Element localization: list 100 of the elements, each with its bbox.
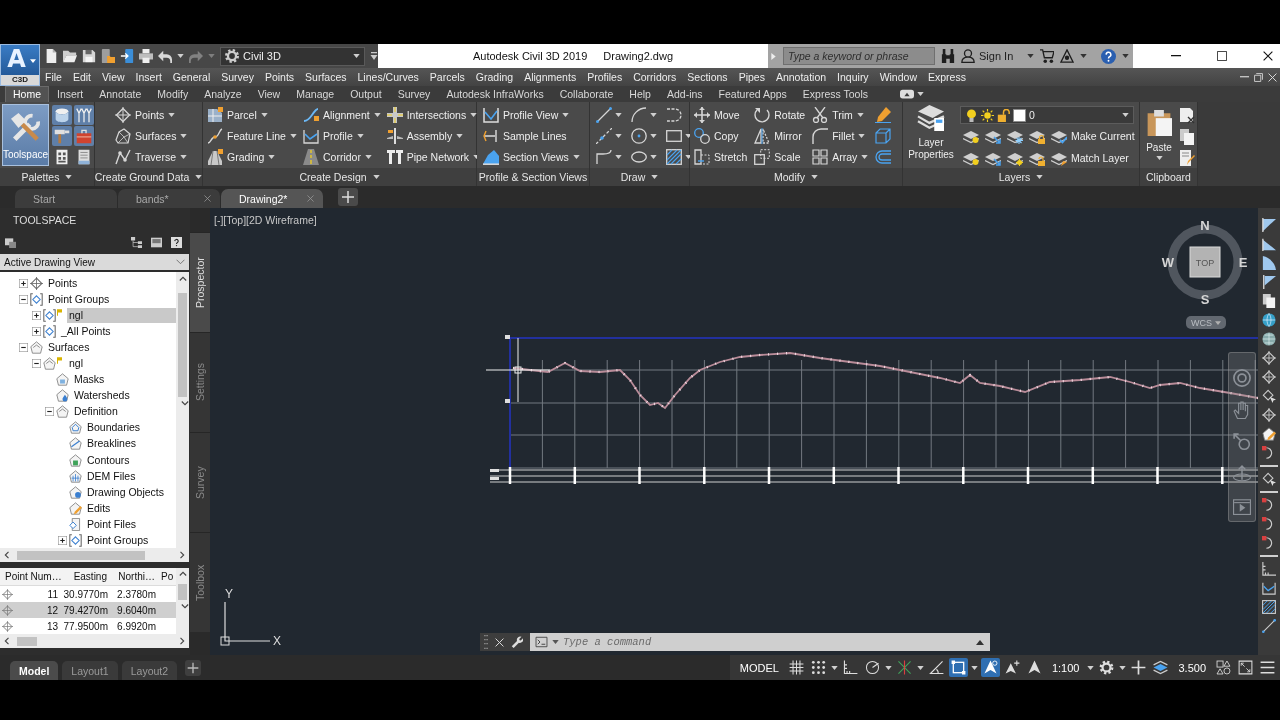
- tree-item[interactable]: _All Points: [59, 323, 113, 339]
- tree-item[interactable]: Masks: [72, 372, 107, 388]
- ribbon-tab[interactable]: Annotate: [91, 86, 150, 102]
- tree-item[interactable]: Definition: [72, 404, 120, 420]
- maximize-icon[interactable]: [1217, 51, 1227, 61]
- plus-box-icon[interactable]: [32, 310, 41, 320]
- minus-box-icon[interactable]: [19, 294, 28, 304]
- tree-item[interactable]: Point Files: [85, 516, 139, 532]
- caret-icon[interactable]: [356, 134, 364, 138]
- ribbon-button[interactable]: Copy: [694, 126, 748, 146]
- ribbon-tab[interactable]: Analyze: [196, 86, 250, 102]
- menu-item[interactable]: Alignments: [524, 71, 577, 83]
- tree-item[interactable]: Watersheds: [72, 388, 132, 404]
- view-dropdown[interactable]: Active Drawing View: [0, 254, 189, 270]
- tablet-folder-icon[interactable]: [101, 49, 115, 63]
- ribbon-tab[interactable]: Output: [342, 86, 390, 102]
- caret-icon[interactable]: [650, 134, 657, 138]
- caret-icon[interactable]: [65, 175, 73, 179]
- ribbon-tab[interactable]: Survey: [389, 86, 439, 102]
- column-header[interactable]: Point Num…: [0, 571, 60, 582]
- orbit-icon[interactable]: [1233, 465, 1251, 483]
- tablet-arrow-icon[interactable]: [120, 49, 134, 63]
- tree-item[interactable]: Contours: [85, 452, 132, 468]
- menu-item[interactable]: Points: [264, 71, 295, 83]
- help-icon[interactable]: [1101, 48, 1116, 64]
- ribbon-tab[interactable]: Express Tools: [794, 86, 877, 102]
- tree-item[interactable]: Point Groups: [46, 291, 112, 307]
- ribbon-tab[interactable]: Add-ins: [658, 86, 711, 102]
- viewcube-face[interactable]: TOP: [1189, 246, 1221, 278]
- layout-tab[interactable]: Model: [10, 661, 59, 680]
- ribbon-tab[interactable]: Modify: [149, 86, 197, 102]
- ribbon-button[interactable]: Profile View: [483, 105, 580, 125]
- status-button[interactable]: MODEL: [734, 657, 784, 678]
- caret-icon[interactable]: [572, 155, 580, 159]
- line-icon[interactable]: [596, 107, 612, 123]
- caret-icon[interactable]: [884, 665, 892, 670]
- scroll-down-icon[interactable]: [181, 604, 189, 609]
- ribbon-button[interactable]: Fillet: [812, 126, 869, 146]
- minimize-icon[interactable]: [1171, 55, 1181, 57]
- caret-icon[interactable]: [180, 134, 188, 138]
- panel-icon[interactable]: [151, 236, 162, 248]
- column-header[interactable]: Po: [158, 571, 175, 582]
- polyline-icon[interactable]: [596, 149, 612, 165]
- ortho-corner-icon[interactable]: [1262, 562, 1276, 576]
- diamond-point-icon[interactable]: [1262, 351, 1276, 365]
- menu-item[interactable]: Parcels: [429, 71, 465, 83]
- caret-icon[interactable]: [650, 113, 657, 117]
- panel-title[interactable]: Modify: [690, 168, 902, 186]
- caret-icon[interactable]: [168, 113, 176, 117]
- scroll-right-icon[interactable]: [180, 637, 185, 645]
- forks-icon[interactable]: [74, 105, 95, 125]
- menu-item[interactable]: Surfaces: [305, 71, 347, 83]
- caret-icon[interactable]: [970, 665, 978, 670]
- panel-title[interactable]: Clipboard: [1140, 168, 1197, 186]
- compass-direction[interactable]: W: [1161, 255, 1175, 270]
- minus-box-icon[interactable]: [32, 359, 41, 368]
- side-tab[interactable]: Survey: [190, 432, 210, 532]
- menu-item[interactable]: Corridors: [633, 71, 677, 83]
- ribbon-tab[interactable]: Collaborate: [551, 86, 622, 102]
- tree-item[interactable]: Boundaries: [85, 420, 143, 436]
- line-icon[interactable]: [1262, 619, 1276, 633]
- ribbon-button[interactable]: Section Views: [483, 147, 580, 167]
- ribbon-button[interactable]: Array: [812, 147, 869, 167]
- undo-arrow-icon[interactable]: [158, 49, 172, 63]
- menu-item[interactable]: Express: [928, 71, 966, 83]
- document-tab[interactable]: Start: [15, 189, 117, 208]
- tree-item[interactable]: Edits: [85, 500, 113, 516]
- close-icon[interactable]: [1263, 51, 1273, 61]
- scroll-up-icon[interactable]: [178, 276, 187, 281]
- diamond-point-icon[interactable]: [1262, 408, 1276, 422]
- caret-icon[interactable]: [916, 665, 924, 670]
- caret-icon[interactable]: [858, 134, 866, 138]
- side-tab[interactable]: Settings: [190, 332, 210, 432]
- prompt-icon[interactable]: [535, 636, 548, 648]
- cube-icon[interactable]: [875, 128, 892, 144]
- viewport-control[interactable]: [-]: [214, 214, 224, 226]
- circle-icon[interactable]: [631, 128, 647, 144]
- caret-icon[interactable]: [373, 113, 381, 117]
- ribbon-button[interactable]: Mirror: [754, 126, 806, 146]
- caret-icon[interactable]: [552, 640, 559, 644]
- scroll-left-icon[interactable]: [4, 637, 9, 645]
- viewport-control[interactable]: [Top]: [223, 214, 247, 226]
- ray-line-icon[interactable]: [596, 128, 612, 144]
- scrollbar-thumb[interactable]: [178, 584, 187, 600]
- window-icon[interactable]: [5, 236, 16, 248]
- hatch-icon[interactable]: [666, 149, 682, 165]
- offset-curves-icon[interactable]: [875, 149, 892, 165]
- tree-view-icon[interactable]: [131, 236, 142, 248]
- status-button[interactable]: 3.500: [1173, 657, 1211, 678]
- ribbon-tab[interactable]: Home: [5, 86, 49, 102]
- diamond-cursor-icon[interactable]: [1262, 389, 1276, 403]
- profile-grade-icon[interactable]: [1262, 581, 1276, 595]
- ribbon-button[interactable]: Assembly: [386, 126, 481, 146]
- column-header[interactable]: Easting: [60, 571, 110, 582]
- diamond-point-icon[interactable]: [1262, 370, 1276, 384]
- ribbon-button[interactable]: Scale: [754, 147, 806, 167]
- menu-item[interactable]: Inquiry: [837, 71, 869, 83]
- caret-icon[interactable]: [810, 175, 818, 179]
- ribbon-button[interactable]: Trim: [812, 105, 869, 125]
- page-pencil-icon[interactable]: [1179, 150, 1195, 166]
